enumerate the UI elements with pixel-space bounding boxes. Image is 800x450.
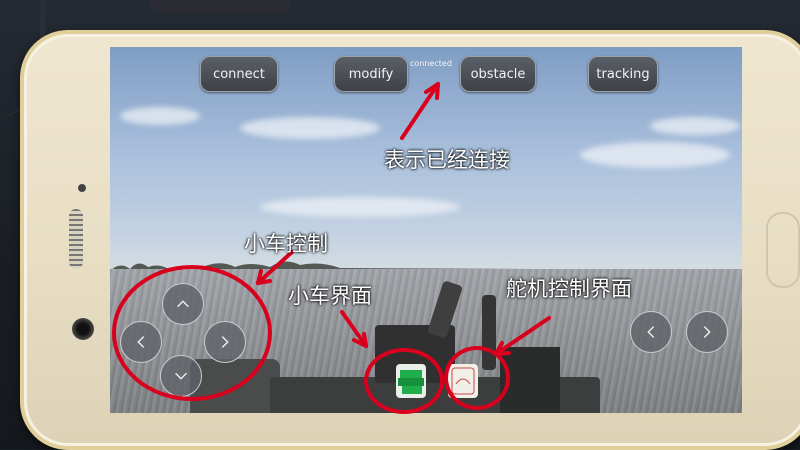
servo-left-button[interactable] [630, 311, 672, 353]
car-control-note: 小车控制 [244, 232, 328, 256]
earpiece-speaker [69, 209, 83, 269]
home-button[interactable] [766, 212, 800, 288]
cloud [580, 142, 730, 168]
servo-interface-note: 舵机控制界面 [506, 277, 632, 301]
front-camera [72, 318, 94, 340]
tracking-button[interactable]: tracking [588, 56, 658, 92]
connected-note: 表示已经连接 [384, 148, 510, 172]
desk-object [150, 0, 290, 12]
connection-status: connected [410, 59, 452, 68]
connect-button[interactable]: connect [200, 56, 278, 92]
cloud [240, 117, 380, 139]
car-interface-highlight [364, 348, 444, 414]
servo-interface-highlight [444, 346, 510, 410]
cloud [120, 107, 200, 125]
obstacle-button[interactable]: obstacle [460, 56, 536, 92]
chevron-left-icon [647, 326, 655, 338]
car-control-highlight [112, 265, 272, 401]
cloud [650, 117, 740, 135]
car-interface-note: 小车界面 [288, 284, 372, 308]
proximity-sensor [78, 184, 86, 192]
servo-right-button[interactable] [686, 311, 728, 353]
modify-button[interactable]: modify [334, 56, 408, 92]
chevron-right-icon [703, 326, 711, 338]
cloud [260, 197, 460, 217]
